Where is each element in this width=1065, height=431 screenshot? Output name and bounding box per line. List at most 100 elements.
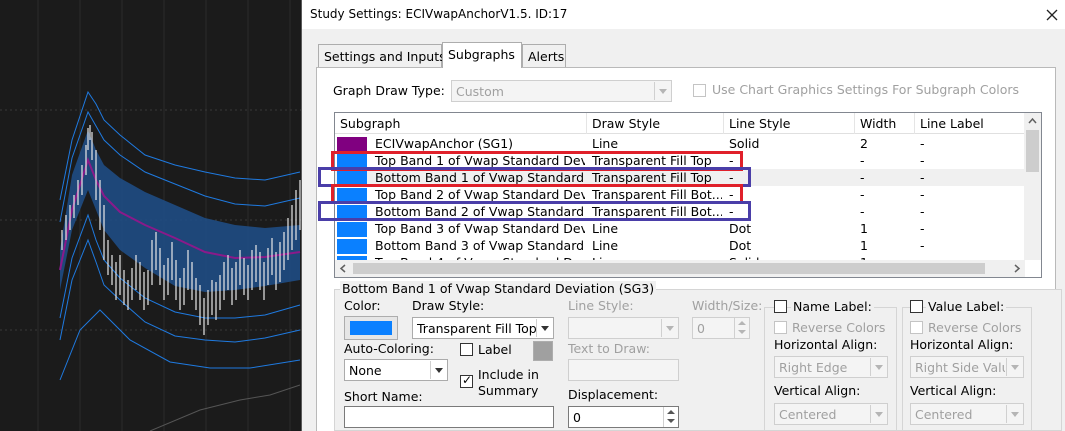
name-vertical-align-select[interactable]: Centered <box>774 403 888 425</box>
chevron-down-icon <box>870 405 886 423</box>
cell-width[interactable]: 2 <box>855 135 913 152</box>
name-horizontal-align-select[interactable]: Right Edge <box>774 356 888 378</box>
spinner-icon[interactable] <box>734 318 749 338</box>
highlight-box-blue <box>318 201 751 221</box>
include-in-summary-label-2: Summary <box>478 383 539 398</box>
label-color-button[interactable] <box>533 341 553 361</box>
scroll-right-icon <box>1014 264 1021 273</box>
width-size-input[interactable]: 0 <box>692 317 750 339</box>
group-title: Bottom Band 1 of Vwap Standard Deviation… <box>340 281 657 296</box>
value-horizontal-align-value: Right Side Valu <box>915 360 1005 375</box>
color-swatch <box>350 321 392 335</box>
scroll-thumb[interactable] <box>1026 130 1039 172</box>
auto-coloring-label: Auto-Coloring: <box>344 341 434 356</box>
line-style-select[interactable] <box>568 317 679 339</box>
cell-line-label[interactable]: - <box>915 203 1023 220</box>
chart-canvas <box>0 0 302 431</box>
table-header: Subgraph Draw Style Line Style Width Lin… <box>335 113 1025 134</box>
value-reverse-colors-label: Reverse Colors <box>928 320 1022 335</box>
cell-width[interactable]: - <box>855 152 913 169</box>
cell-draw-style[interactable]: Line <box>587 220 722 237</box>
value-label-checkbox[interactable] <box>910 300 923 313</box>
column-header-line-style[interactable]: Line Style <box>724 113 855 134</box>
tab-label: Settings and Inputs <box>324 49 446 64</box>
color-picker-button[interactable] <box>344 316 398 340</box>
table-row[interactable]: Top Band 3 of Vwap Standard Dev... Line Do… <box>335 220 1025 237</box>
price-chart[interactable] <box>0 0 302 431</box>
chevron-down-icon <box>870 358 886 376</box>
cell-width[interactable]: 1 <box>855 220 913 237</box>
scroll-left-icon <box>339 264 346 273</box>
cell-line-label[interactable]: - <box>915 152 1023 169</box>
cell-line-label[interactable]: - <box>915 186 1023 203</box>
name-vertical-align-value: Centered <box>779 407 837 422</box>
scroll-thumb[interactable] <box>353 263 985 274</box>
cell-line-label[interactable]: - <box>915 237 1023 254</box>
horizontal-scrollbar[interactable] <box>335 260 1025 277</box>
dialog-title: Study Settings: ECIVwapAnchorV1.5. ID:17 <box>310 7 568 21</box>
cell-line-label[interactable]: - <box>915 220 1023 237</box>
graph-draw-type-select[interactable]: Custom <box>451 80 672 102</box>
name-reverse-colors-label: Reverse Colors <box>792 320 886 335</box>
cell-subgraph[interactable]: Top Band 3 of Vwap Standard Dev... <box>370 220 585 237</box>
tab-alerts[interactable]: Alerts <box>522 44 566 67</box>
value-reverse-colors-checkbox[interactable] <box>910 321 923 334</box>
subgraph-color-swatch[interactable] <box>337 137 367 152</box>
column-header-width[interactable]: Width <box>855 113 915 134</box>
cell-line-style[interactable]: Solid <box>724 135 852 152</box>
cell-subgraph[interactable]: ECIVwapAnchor (SG1) <box>370 135 585 152</box>
value-horizontal-align-select[interactable]: Right Side Valu <box>910 356 1024 378</box>
close-button[interactable] <box>1038 0 1065 29</box>
text-to-draw-input[interactable] <box>568 359 679 381</box>
cell-line-style[interactable]: Dot <box>724 220 852 237</box>
short-name-input[interactable] <box>344 406 554 428</box>
title-bar: Study Settings: ECIVwapAnchorV1.5. ID:17 <box>302 0 1065 29</box>
use-chart-graphics-checkbox[interactable] <box>693 84 706 97</box>
include-in-summary-checkbox[interactable] <box>460 373 473 388</box>
spinner-icon[interactable] <box>663 407 678 427</box>
table-row[interactable]: Bottom Band 3 of Vwap Standard ... Line Do… <box>335 237 1025 254</box>
chevron-down-icon <box>1006 358 1022 376</box>
table-row[interactable]: ECIVwapAnchor (SG1) Line Solid 2- <box>335 135 1025 152</box>
cell-line-style[interactable]: Dot <box>724 237 852 254</box>
cell-width[interactable]: - <box>855 186 913 203</box>
cell-width[interactable]: 1 <box>855 237 913 254</box>
draw-style-value: Transparent Fill Top <box>417 321 537 336</box>
cell-line-label[interactable]: - <box>915 169 1023 186</box>
cell-width[interactable]: - <box>855 203 913 220</box>
draw-style-select[interactable]: Transparent Fill Top <box>412 317 554 339</box>
width-size-value: 0 <box>697 321 705 336</box>
cell-width[interactable]: - <box>855 169 913 186</box>
cell-draw-style[interactable]: Line <box>587 135 722 152</box>
text-to-draw-label: Text to Draw: <box>568 341 650 356</box>
line-style-label: Line Style: <box>568 298 634 313</box>
cell-line-label[interactable]: - <box>915 135 1023 152</box>
use-chart-graphics-label: Use Chart Graphics Settings For Subgraph… <box>712 82 1020 97</box>
include-in-summary-label: Include in <box>478 367 539 382</box>
tab-subgraphs[interactable]: Subgraphs <box>442 42 522 68</box>
chevron-down-icon <box>1006 405 1022 423</box>
column-header-draw-style[interactable]: Draw Style <box>587 113 724 134</box>
graph-draw-type-label: Graph Draw Type: <box>333 83 445 98</box>
label-checkbox[interactable] <box>460 343 473 356</box>
name-reverse-colors-checkbox[interactable] <box>774 321 787 334</box>
close-icon <box>1046 9 1058 21</box>
short-name-label: Short Name: <box>344 389 423 404</box>
displacement-label: Displacement: <box>568 387 659 402</box>
cell-subgraph[interactable]: Bottom Band 3 of Vwap Standard ... <box>370 237 585 254</box>
subgraph-color-swatch[interactable] <box>337 239 367 254</box>
scroll-up-icon <box>1028 117 1037 124</box>
name-label-title: Name Label: <box>791 299 874 314</box>
name-label-checkbox[interactable] <box>774 300 787 313</box>
tab-settings-and-inputs[interactable]: Settings and Inputs <box>318 44 446 67</box>
displacement-input[interactable]: 0 <box>568 406 679 428</box>
tab-label: Alerts <box>528 49 565 64</box>
column-header-subgraph[interactable]: Subgraph <box>335 113 587 134</box>
width-size-label: Width/Size: <box>692 298 763 313</box>
value-vertical-align-select[interactable]: Centered <box>910 403 1024 425</box>
cell-draw-style[interactable]: Line <box>587 237 722 254</box>
column-header-line-label[interactable]: Line Label <box>915 113 1025 134</box>
vertical-scrollbar[interactable] <box>1024 113 1041 260</box>
auto-coloring-select[interactable]: None <box>344 359 448 381</box>
subgraph-color-swatch[interactable] <box>337 222 367 237</box>
